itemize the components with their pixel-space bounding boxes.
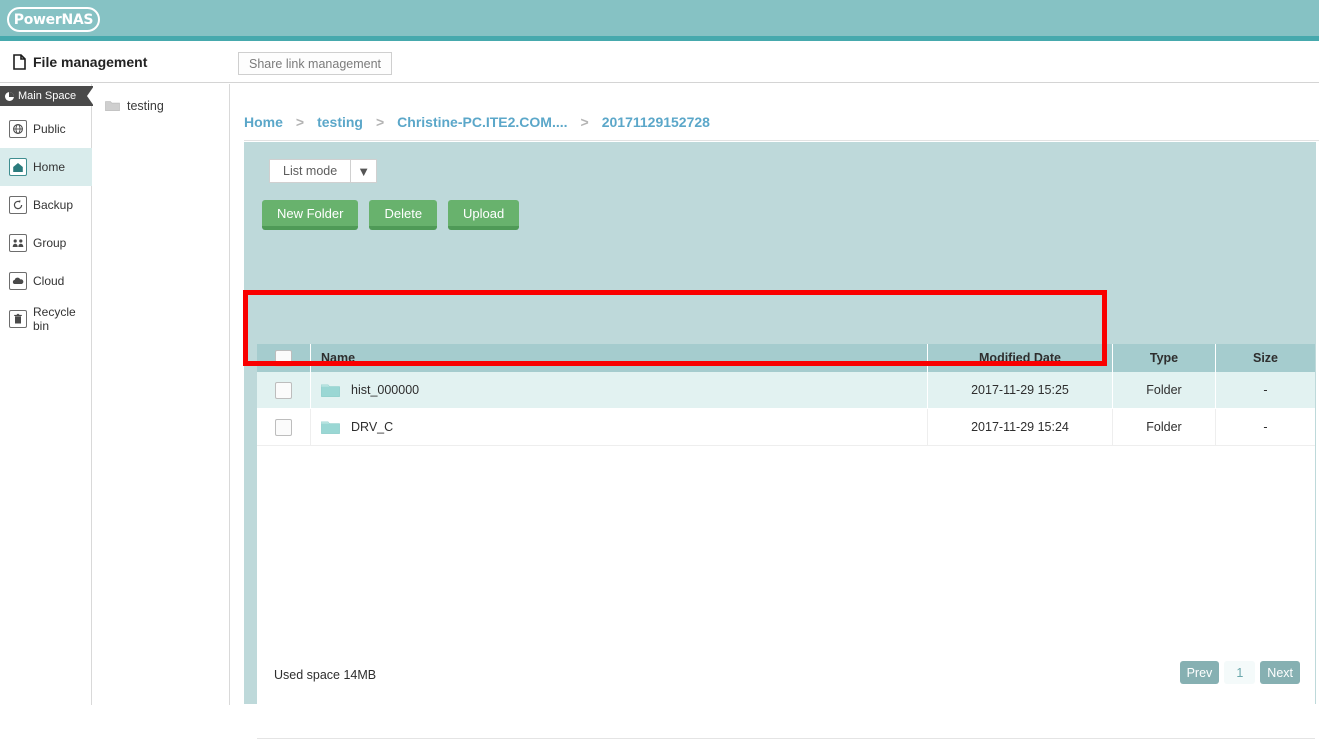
breadcrumb-separator: > — [580, 114, 589, 130]
powernas-logo[interactable]: PowerNAS — [7, 7, 100, 32]
tab-share-link-management-label: Share link management — [249, 56, 382, 71]
view-mode-select[interactable]: List mode ▼ — [269, 159, 378, 183]
row-select-cell[interactable] — [257, 409, 311, 445]
folder-tree-panel: testing — [93, 84, 230, 705]
home-icon — [9, 158, 27, 176]
sidebar-section-main-space[interactable]: Main Space — [0, 86, 94, 106]
column-header-name[interactable]: Name — [311, 344, 928, 372]
breadcrumb-item-christine-pc[interactable]: Christine-PC.ITE2.COM.... — [397, 114, 567, 130]
document-icon — [13, 54, 26, 70]
select-all-checkbox[interactable] — [275, 349, 292, 367]
row-checkbox[interactable] — [275, 381, 292, 399]
pagination-prev-button[interactable]: Prev — [1179, 661, 1220, 684]
row-name-cell[interactable]: hist_000000 — [311, 372, 928, 408]
row-type: Folder — [1146, 420, 1182, 434]
upload-button[interactable]: Upload — [448, 200, 520, 230]
pagination-page-1[interactable]: 1 — [1224, 661, 1256, 684]
used-space-label: Used space 14MB — [274, 668, 377, 682]
tree-item-testing-label: testing — [127, 99, 164, 113]
breadcrumb-separator: > — [375, 114, 385, 130]
row-type: Folder — [1146, 383, 1182, 397]
page-title-text: File management — [33, 54, 148, 70]
app-title-bar: File management — [0, 46, 1319, 83]
sidebar-item-recycle-bin[interactable]: Recycle bin — [0, 300, 92, 338]
delete-button[interactable]: Delete — [369, 200, 438, 230]
brand-bar: PowerNAS — [0, 0, 1319, 41]
column-header-type[interactable]: Type — [1113, 344, 1216, 372]
group-icon — [9, 234, 27, 252]
sidebar-item-home[interactable]: Home — [0, 148, 92, 186]
cloud-icon — [9, 272, 27, 290]
folder-icon — [321, 383, 340, 398]
row-name-label: hist_000000 — [351, 383, 420, 397]
restore-icon — [9, 196, 27, 214]
view-mode-value[interactable]: List mode — [269, 159, 352, 183]
globe-icon — [9, 120, 27, 138]
sidebar-section-label: Main Space — [18, 90, 77, 102]
breadcrumb-item-current[interactable]: 20171129152728 — [602, 114, 710, 130]
sidebar-item-public[interactable]: Public — [0, 110, 92, 148]
sidebar-item-recycle-bin-label: Recycle bin — [33, 305, 76, 333]
pagination: Prev 1 Next — [1179, 661, 1300, 684]
breadcrumb: Home > testing > Christine-PC.ITE2.COM..… — [244, 104, 1319, 141]
row-modified-date: 2017-11-29 15:25 — [971, 383, 1069, 397]
folder-icon — [105, 100, 120, 112]
sidebar-item-cloud-label: Cloud — [33, 274, 65, 288]
column-header-modified[interactable]: Modified Date — [928, 344, 1113, 372]
row-size: - — [1263, 420, 1268, 434]
logo-text: PowerNAS — [13, 11, 94, 28]
breadcrumb-item-home[interactable]: Home — [244, 114, 283, 130]
pagination-next-button[interactable]: Next — [1260, 661, 1300, 684]
main-content: Home > testing > Christine-PC.ITE2.COM..… — [231, 84, 1319, 739]
pie-icon — [5, 91, 14, 101]
table-row[interactable]: hist_000000 2017-11-29 15:25 Folder - — [257, 372, 1315, 409]
breadcrumb-separator: > — [295, 114, 305, 130]
sidebar-item-cloud[interactable]: Cloud — [0, 262, 92, 300]
page-title: File management — [13, 54, 147, 70]
row-select-cell[interactable] — [257, 372, 311, 408]
breadcrumb-item-testing[interactable]: testing — [317, 114, 363, 130]
tree-item-testing[interactable]: testing — [105, 99, 164, 113]
left-navigation: Main Space Public Home Backup Group Clou… — [0, 84, 94, 705]
file-table: Name Modified Date Type Size hist_000000… — [257, 344, 1315, 446]
table-header-row: Name Modified Date Type Size — [257, 344, 1315, 372]
tab-share-link-management[interactable]: Share link management — [238, 52, 393, 75]
sidebar-item-home-label: Home — [33, 160, 66, 174]
sidebar-item-public-label: Public — [33, 122, 66, 136]
used-space-indicator: Used space 14MB — [260, 661, 391, 689]
trash-icon — [9, 310, 27, 328]
row-name-label: DRV_C — [351, 420, 394, 434]
row-modified-date: 2017-11-29 15:24 — [971, 420, 1069, 434]
new-folder-button[interactable]: New Folder — [262, 200, 359, 230]
table-row[interactable]: DRV_C 2017-11-29 15:24 Folder - — [257, 409, 1315, 446]
file-browser-panel: List mode ▼ New Folder Delete Upload Nam… — [244, 142, 1316, 739]
row-checkbox[interactable] — [275, 418, 292, 436]
select-all-cell[interactable] — [257, 344, 311, 372]
action-button-row: New Folder Delete Upload — [262, 200, 520, 230]
sidebar-item-group-label: Group — [33, 236, 67, 250]
sidebar-item-backup[interactable]: Backup — [0, 186, 92, 224]
row-name-cell[interactable]: DRV_C — [311, 409, 928, 445]
chevron-down-icon[interactable]: ▼ — [351, 159, 378, 183]
row-size: - — [1263, 383, 1268, 397]
sidebar-item-backup-label: Backup — [33, 198, 74, 212]
folder-icon — [321, 420, 340, 435]
file-list-empty-area — [257, 418, 1315, 739]
column-header-size[interactable]: Size — [1216, 344, 1315, 372]
sidebar-item-group[interactable]: Group — [0, 224, 92, 262]
